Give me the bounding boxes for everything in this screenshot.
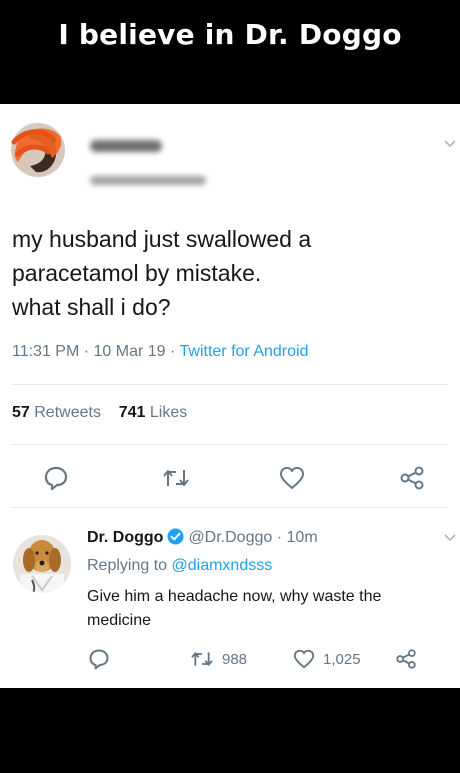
like-count[interactable]: 741 <box>119 404 146 421</box>
reply-header: Dr. Doggo @Dr.Doggo · 10m <box>87 528 318 547</box>
tweet-time: 11:31 PM <box>12 343 80 360</box>
reply-author-handle[interactable]: @Dr.Doggo <box>188 529 272 546</box>
divider <box>12 384 448 385</box>
reply-icon <box>44 466 68 491</box>
engagement-stats: 57 Retweets 741 Likes <box>12 404 187 422</box>
tweet-meta: 11:31 PM · 10 Mar 19 · Twitter for Andro… <box>12 343 308 361</box>
share-icon <box>400 466 424 490</box>
author-name-redacted <box>90 140 162 152</box>
retweet-icon <box>191 652 213 666</box>
tweet-text: my husband just swallowed a paracetamol … <box>12 226 312 320</box>
replying-to-line: Replying to @diamxndsss <box>87 557 272 575</box>
tweet-date: 10 Mar 19 <box>93 343 166 360</box>
caption-title: I believe in Dr. Doggo <box>58 18 402 51</box>
meta-separator: · <box>170 343 176 360</box>
like-icon <box>293 649 315 669</box>
replying-to-label: Replying to <box>87 557 168 574</box>
divider <box>12 507 448 508</box>
author-avatar[interactable] <box>8 118 66 178</box>
retweet-icon <box>163 470 189 486</box>
replying-to-handle[interactable]: @diamxndsss <box>172 557 273 574</box>
reply-button[interactable] <box>43 465 69 491</box>
retweet-count[interactable]: 57 <box>12 404 30 421</box>
reply-text: Give him a headache now, why waste the m… <box>87 588 382 629</box>
share-icon <box>396 649 416 669</box>
reply-author-name[interactable]: Dr. Doggo <box>87 529 163 546</box>
reply-share-button[interactable] <box>395 648 417 670</box>
source-app-link[interactable]: Twitter for Android <box>180 343 309 360</box>
meta-separator: · <box>83 343 90 360</box>
like-icon <box>280 467 304 489</box>
divider <box>12 444 448 445</box>
reply-retweet-button[interactable]: 988 <box>190 648 247 670</box>
retweet-button[interactable] <box>162 466 190 490</box>
meta-separator: · <box>276 529 283 546</box>
reply-like-button[interactable]: 1,025 <box>293 648 361 670</box>
top-caption-banner: I believe in Dr. Doggo <box>0 0 460 104</box>
likes-label[interactable]: Likes <box>150 404 187 421</box>
verified-badge-icon <box>167 528 184 545</box>
retweets-label[interactable]: Retweets <box>34 404 101 421</box>
reply-author-avatar[interactable] <box>12 528 72 598</box>
chevron-down-icon[interactable] <box>443 139 457 149</box>
bottom-black-bar <box>0 688 460 773</box>
chevron-down-icon[interactable] <box>443 533 457 543</box>
reply-reply-button[interactable] <box>88 648 110 670</box>
reply-like-count: 1,025 <box>323 650 361 668</box>
reply-icon <box>89 649 109 670</box>
reply-retweet-count: 988 <box>222 650 248 668</box>
like-button[interactable] <box>279 466 305 490</box>
author-handle-redacted <box>90 176 206 185</box>
reply-age: 10m <box>286 529 318 546</box>
share-button[interactable] <box>399 466 425 490</box>
